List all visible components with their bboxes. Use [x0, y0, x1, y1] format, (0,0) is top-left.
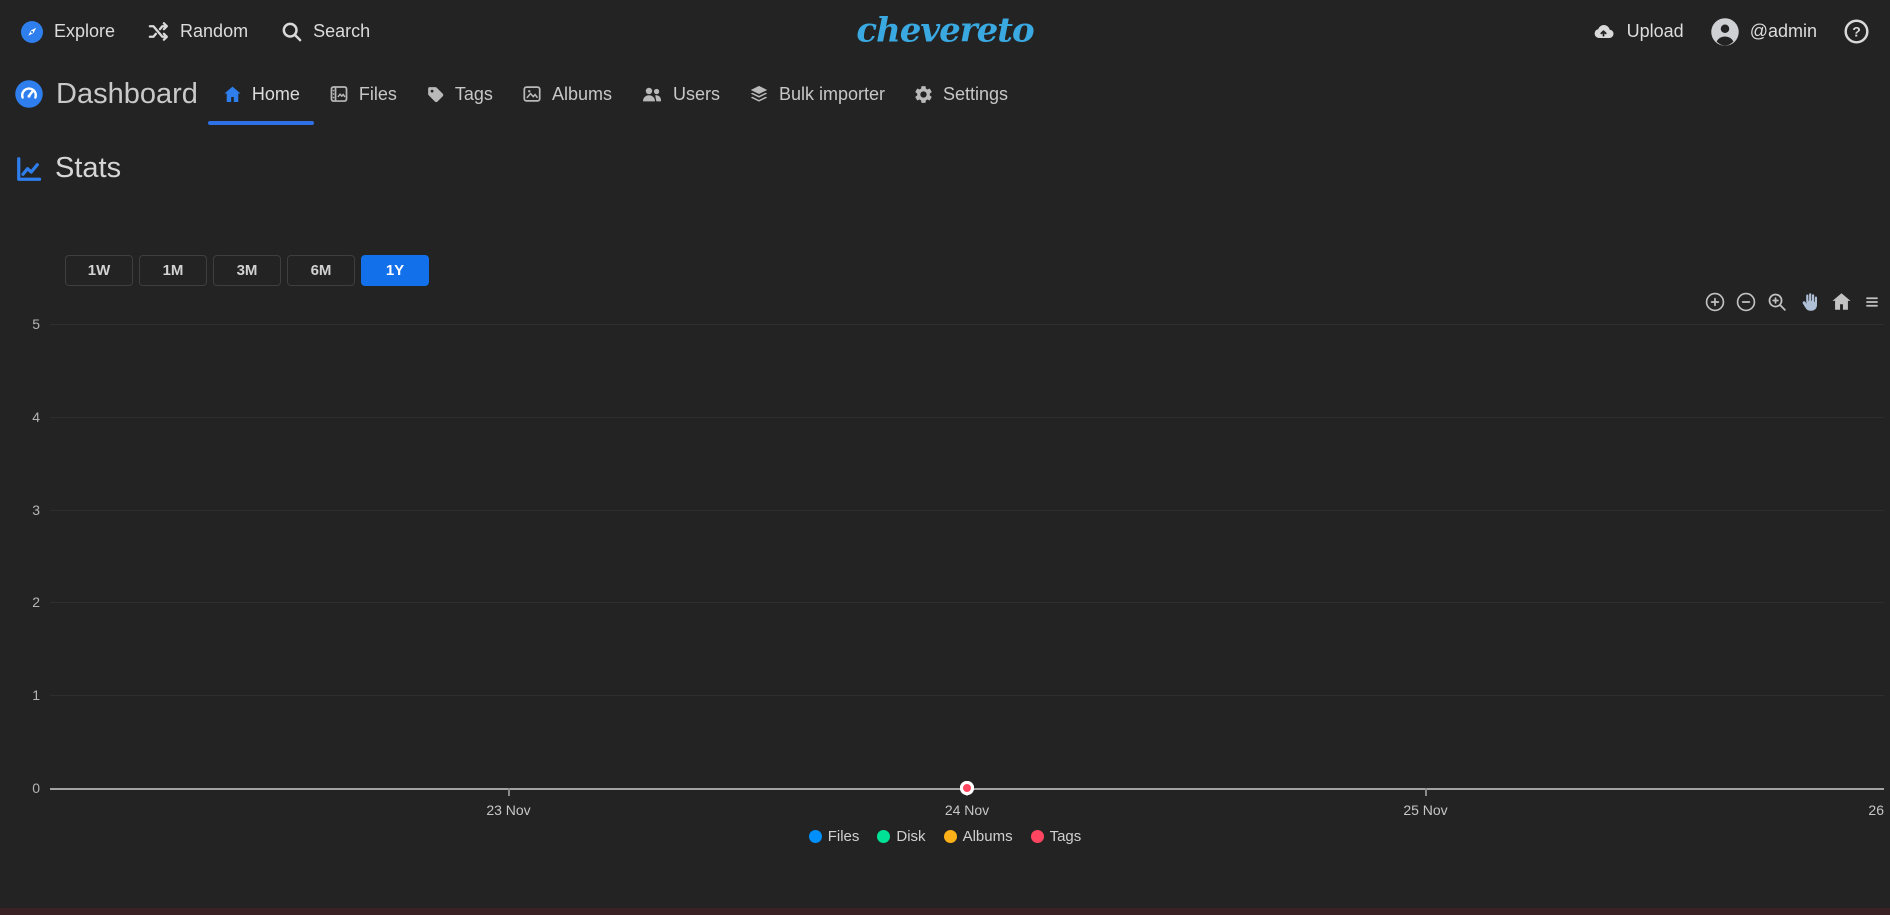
- stats-chart: 012345 23 Nov 24 Nov 25 Nov 26: [50, 324, 1884, 820]
- y-tick-label: 1: [32, 687, 40, 703]
- nav-item-random[interactable]: Random: [147, 20, 248, 43]
- chart-toolbar: [0, 292, 1882, 316]
- tab-tags[interactable]: Tags: [411, 63, 507, 125]
- range-button-1w[interactable]: 1W: [65, 255, 133, 286]
- tool-zoom-out-icon[interactable]: [1735, 291, 1757, 318]
- tab-label: Albums: [552, 84, 612, 105]
- bottom-strip: [0, 908, 1890, 915]
- y-tick-label: 0: [32, 780, 40, 796]
- x-tick-label: 23 Nov: [486, 802, 530, 818]
- username-label: @admin: [1750, 21, 1817, 42]
- gauge-icon: [14, 79, 44, 109]
- x-axis-labels: 23 Nov 24 Nov 25 Nov 26: [50, 802, 1884, 820]
- y-tick-label: 2: [32, 594, 40, 610]
- legend-label: Tags: [1050, 828, 1082, 845]
- dashboard-tabbar: Dashboard Home Files Tags Albums Users Bulk i…: [0, 63, 1890, 125]
- y-tick-label: 3: [32, 502, 40, 518]
- tab-albums[interactable]: Albums: [507, 63, 626, 125]
- legend-dot: [1031, 830, 1044, 843]
- x-tick-mark: [508, 788, 510, 796]
- nav-item-search[interactable]: Search: [280, 20, 370, 43]
- upload-label: Upload: [1627, 21, 1684, 42]
- stats-title: Stats: [55, 152, 121, 185]
- tab-bulk-importer[interactable]: Bulk importer: [734, 63, 899, 125]
- top-navbar: Explore Random Search chevereto Upload: [0, 0, 1890, 63]
- tag-icon: [425, 84, 446, 105]
- legend-label: Disk: [896, 828, 925, 845]
- tab-home[interactable]: Home: [208, 63, 314, 125]
- tool-pan-icon[interactable]: [1797, 290, 1821, 319]
- nav-item-label: Explore: [54, 21, 115, 42]
- dashboard-header: Dashboard: [14, 63, 198, 125]
- tab-label: Home: [252, 84, 300, 105]
- files-icon: [328, 83, 350, 105]
- albums-icon: [521, 83, 543, 105]
- range-button-6m[interactable]: 6M: [287, 255, 355, 286]
- tab-label: Bulk importer: [779, 84, 885, 105]
- navbar-left-group: Explore Random Search: [20, 20, 370, 44]
- tab-label: Users: [673, 84, 720, 105]
- avatar-icon: [1710, 17, 1740, 47]
- tab-files[interactable]: Files: [314, 63, 411, 125]
- tool-zoom-in-icon[interactable]: [1704, 291, 1726, 318]
- legend-item-tags[interactable]: Tags: [1031, 828, 1082, 845]
- range-selector: 1W1M3M6M1Y: [65, 255, 1890, 286]
- x-tick-mark: [1425, 788, 1427, 796]
- y-tick-label: 5: [32, 316, 40, 332]
- x-tick-label: 25 Nov: [1403, 802, 1447, 818]
- nav-item-label: Search: [313, 21, 370, 42]
- gear-icon: [913, 84, 934, 105]
- chart-plot-area[interactable]: 012345: [50, 324, 1884, 788]
- users-icon: [640, 83, 664, 105]
- page-title: Dashboard: [56, 78, 198, 111]
- legend-label: Files: [828, 828, 860, 845]
- navbar-right-group: Upload @admin ?: [1590, 17, 1870, 47]
- svg-text:?: ?: [1852, 23, 1861, 39]
- chart-legend: Files Disk Albums Tags: [0, 828, 1890, 845]
- help-icon: ?: [1843, 18, 1870, 45]
- y-tick-label: 4: [32, 409, 40, 425]
- chevereto-logo[interactable]: chevereto: [856, 10, 1033, 50]
- shuffle-icon: [147, 20, 170, 43]
- home-icon: [222, 84, 243, 105]
- legend-dot: [877, 830, 890, 843]
- nav-item-label: Random: [180, 21, 248, 42]
- gridline: [50, 417, 1884, 418]
- tab-settings[interactable]: Settings: [899, 63, 1022, 125]
- x-tick-label: 24 Nov: [945, 802, 989, 818]
- tool-reset-home-icon[interactable]: [1830, 290, 1853, 318]
- tab-users[interactable]: Users: [626, 63, 734, 125]
- cloud-upload-icon: [1590, 20, 1617, 43]
- search-icon: [280, 20, 303, 43]
- nav-item-explore[interactable]: Explore: [20, 20, 115, 44]
- range-button-1y[interactable]: 1Y: [361, 255, 429, 286]
- range-button-3m[interactable]: 3M: [213, 255, 281, 286]
- tab-label: Settings: [943, 84, 1008, 105]
- gridline: [50, 695, 1884, 696]
- dashboard-tabs: Home Files Tags Albums Users Bulk importer Set…: [208, 63, 1022, 125]
- stats-heading: Stats: [14, 152, 1890, 185]
- upload-button[interactable]: Upload: [1590, 20, 1684, 43]
- help-button[interactable]: ?: [1843, 18, 1870, 45]
- legend-dot: [944, 830, 957, 843]
- tool-menu-icon[interactable]: [1862, 292, 1882, 317]
- gridline: [50, 510, 1884, 511]
- legend-item-albums[interactable]: Albums: [944, 828, 1013, 845]
- legend-item-disk[interactable]: Disk: [877, 828, 925, 845]
- legend-label: Albums: [963, 828, 1013, 845]
- legend-dot: [809, 830, 822, 843]
- legend-item-files[interactable]: Files: [809, 828, 860, 845]
- compass-icon: [20, 20, 44, 44]
- tool-selection-zoom-icon[interactable]: [1766, 291, 1788, 318]
- chart-line-icon: [14, 154, 44, 184]
- layers-icon: [748, 83, 770, 105]
- data-point-tags: [960, 781, 974, 795]
- gridline: [50, 324, 1884, 325]
- range-button-1m[interactable]: 1M: [139, 255, 207, 286]
- tab-label: Files: [359, 84, 397, 105]
- tab-label: Tags: [455, 84, 493, 105]
- gridline: [50, 602, 1884, 603]
- user-menu[interactable]: @admin: [1710, 17, 1817, 47]
- x-tick-label: 26: [1868, 802, 1884, 818]
